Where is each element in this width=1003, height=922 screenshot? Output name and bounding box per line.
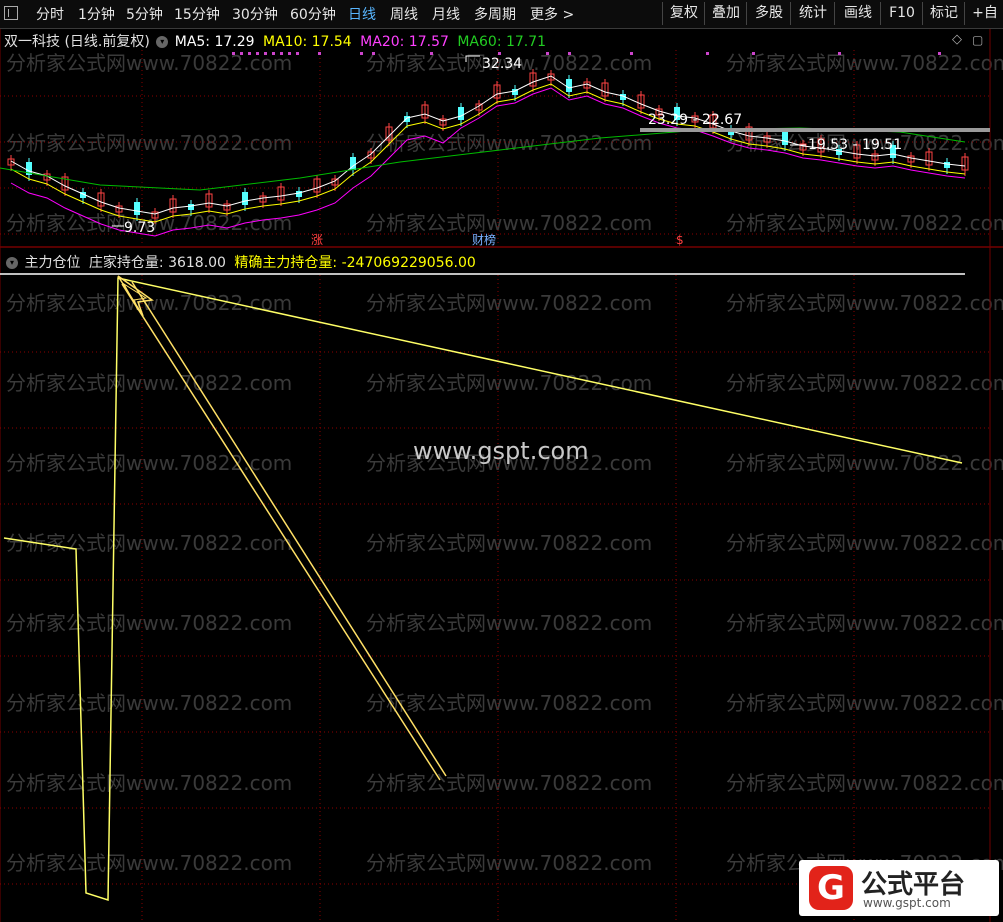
signal-dot [546,52,549,55]
square-icon[interactable]: ▢ [972,33,983,47]
chevron-down-icon[interactable]: ▾ [6,257,18,269]
event-zhang: 涨 [311,232,323,247]
signal-dot [280,52,283,55]
signal-dot [272,52,275,55]
watermark-text: 分析家公式网www.70822.com [6,131,292,155]
gspt-logo: G 公式平台 www.gspt.com [799,860,999,916]
logo-mark: G [809,866,853,910]
event-caibang: 财榜 [472,232,496,247]
bottom-chart-header: ▾ 主力仓位 庄家持仓量: 3618.00 精确主力持仓量: -24706922… [4,252,476,272]
chevron-down-icon[interactable]: ▾ [156,36,169,48]
diamond-icon[interactable]: ◇ [952,32,962,47]
candle-body [404,116,410,122]
candle-body [134,202,140,215]
watermark-text: 分析家公式网www.70822.com [6,771,292,795]
range-label-2: 19.53 - 19.51 [808,137,902,153]
signal-dot [264,52,267,55]
watermark-text: 分析家公式网www.70822.com [6,611,292,635]
signal-dot [938,52,941,55]
ma60-label: MA60: 17.71 [457,34,547,50]
signal-dot [248,52,251,55]
watermark-text: 分析家公式网www.70822.com [6,691,292,715]
watermark-text: 分析家公式网www.70822.com [366,611,652,635]
watermark-text: 分析家公式网www.70822.com [366,211,652,235]
signal-dot [240,52,243,55]
candle-body [458,107,464,120]
signal-dot [706,52,709,55]
candle-body [944,162,950,168]
watermark-text: 分析家公式网www.70822.com [366,691,652,715]
range-label-1: 23.29 - 22.67 [648,112,742,128]
signal-dot [232,52,235,55]
candle-body [782,132,788,145]
watermark-text: 分析家公式网www.70822.com [6,371,292,395]
signal-dot [430,52,433,55]
watermark-text: 分析家公式网www.70822.com [6,531,292,555]
candle-body [188,204,194,210]
signal-dot [256,52,259,55]
signal-dot [752,52,755,55]
signal-dot [318,52,321,55]
signal-dot [838,52,841,55]
low-price-label: 9.73 [124,220,155,236]
watermark-text: 分析家公式网www.70822.com [366,851,652,875]
ma5-label: MA5: 17.29 [174,34,255,50]
top-chart-header: 双一科技 (日线.前复权) ▾ MA5: 17.29 MA10: 17.54 M… [4,31,546,51]
watermark-text: 分析家公式网www.70822.com [366,131,652,155]
watermark-text: 分析家公式网www.70822.com [366,531,652,555]
watermark-text: 分析家公式网www.70822.com [726,291,1003,315]
watermark-text: 分析家公式网www.70822.com [366,371,652,395]
watermark-text: 分析家公式网www.70822.com [6,291,292,315]
watermark-text: 分析家公式网www.70822.com [726,531,1003,555]
watermark-text: 分析家公式网www.70822.com [6,851,292,875]
stock-name: 双一科技 [4,34,60,50]
watermark-text: 分析家公式网www.70822.com [366,291,652,315]
logo-url: www.gspt.com [863,896,951,910]
ma10-label: MA10: 17.54 [263,34,352,50]
indicator-name: 主力仓位 [24,255,81,271]
center-url: www.gspt.com [413,437,589,465]
signal-dot [630,52,633,55]
signal-dot [568,52,571,55]
signal-dot [360,52,363,55]
high-price-label: 32.34 [482,56,522,72]
period-label: (日线.前复权) [64,34,150,50]
watermark-text: 分析家公式网www.70822.com [726,51,1003,75]
watermark-text: 分析家公式网www.70822.com [726,211,1003,235]
ma20-label: MA20: 17.57 [360,34,449,50]
signal-dot [372,52,375,55]
zhuang-label: 庄家持仓量: 3618.00 [88,255,226,271]
signal-dot [296,52,299,55]
watermark-text: 分析家公式网www.70822.com [6,451,292,475]
watermark-text: 分析家公式网www.70822.com [726,611,1003,635]
candle-body [566,79,572,92]
watermark-text: 分析家公式网www.70822.com [726,691,1003,715]
jingque-label: 精确主力持仓量: -247069229056.00 [234,255,476,271]
gray-band [640,128,990,132]
event-dollar: $ [676,233,684,247]
watermark-text: 分析家公式网www.70822.com [726,371,1003,395]
candle-body [242,192,248,205]
signal-dot [498,52,501,55]
watermark-text: 分析家公式网www.70822.com [726,771,1003,795]
watermark-text: 分析家公式网www.70822.com [366,771,652,795]
signal-dot [288,52,291,55]
